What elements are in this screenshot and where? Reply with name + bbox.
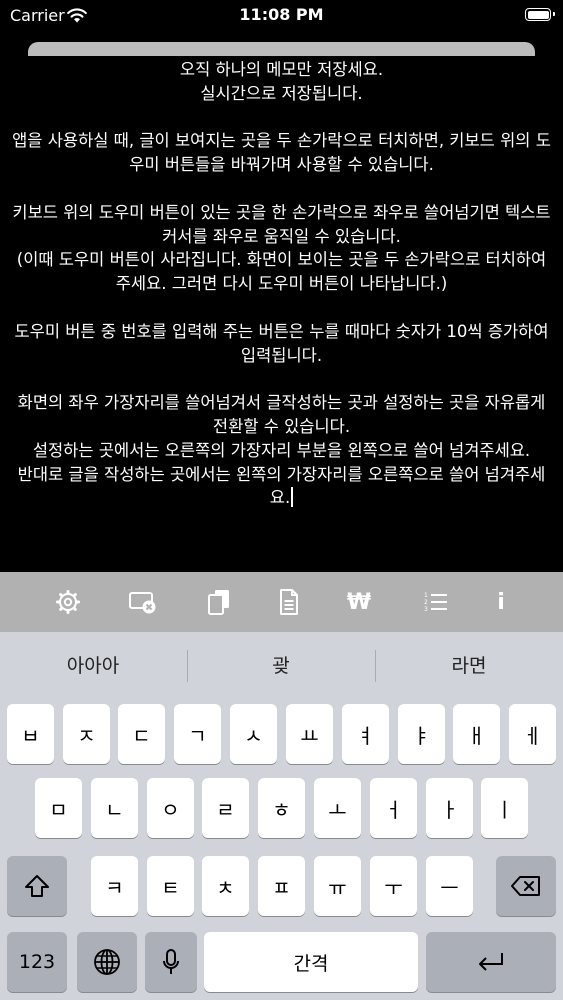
key[interactable]: ㅋ [91, 856, 138, 916]
key[interactable]: ㅓ [370, 778, 417, 838]
svg-text:3: 3 [424, 606, 428, 613]
key[interactable]: ㅛ [286, 704, 333, 764]
numbers-key[interactable]: 123 [7, 932, 67, 992]
copy-icon[interactable] [202, 585, 236, 619]
info-icon[interactable]: i [484, 585, 518, 619]
globe-key[interactable] [77, 932, 137, 992]
key[interactable]: ㄴ [91, 778, 138, 838]
key[interactable]: ㅣ [481, 778, 528, 838]
gear-icon[interactable] [51, 585, 85, 619]
key[interactable]: ㅁ [35, 778, 82, 838]
key[interactable]: ㅎ [258, 778, 305, 838]
battery-icon [525, 8, 555, 21]
backspace-icon [511, 876, 540, 896]
keyboard: 아아아 괒 라면 ㅂ ㅈ ㄷ ㄱ ㅅ ㅛ ㅕ ㅑ ㅐ ㅔ ㅁ ㄴ ㅇ ㄹ ㅎ ㅗ… [0, 632, 563, 1000]
won-icon[interactable]: ₩ [342, 585, 376, 619]
clear-text-icon[interactable] [126, 585, 160, 619]
status-bar: Carrier 11:08 PM [0, 0, 563, 32]
key[interactable]: ㄷ [118, 704, 165, 764]
document-icon[interactable] [272, 585, 306, 619]
svg-text:1: 1 [424, 592, 428, 599]
key[interactable]: ㅐ [453, 704, 500, 764]
key[interactable]: ㅇ [147, 778, 194, 838]
key[interactable]: ㅊ [202, 856, 249, 916]
key[interactable]: ㅑ [398, 704, 445, 764]
space-key[interactable]: 간격 [204, 932, 418, 992]
suggestion-2[interactable]: 괒 [188, 644, 374, 688]
memo-text-area[interactable]: 오직 하나의 메모만 저장세요. 실시간으로 저장됩니다. 앱을 사용하실 때,… [12, 58, 551, 568]
clock: 11:08 PM [239, 5, 324, 24]
key[interactable]: ㅠ [314, 856, 361, 916]
numbered-list-icon[interactable]: 123 [419, 585, 453, 619]
delete-key[interactable] [496, 856, 556, 916]
svg-text:2: 2 [424, 599, 428, 606]
key[interactable]: ㅜ [370, 856, 417, 916]
return-key[interactable] [426, 932, 556, 992]
suggestion-1[interactable]: 아아아 [0, 644, 186, 688]
return-icon [479, 953, 503, 971]
key[interactable]: ㄱ [174, 704, 221, 764]
dictation-key[interactable] [145, 932, 197, 992]
key[interactable]: ㅌ [147, 856, 194, 916]
memo-text: 오직 하나의 메모만 저장세요. 실시간으로 저장됩니다. 앱을 사용하실 때,… [12, 60, 551, 508]
key[interactable]: ㅈ [63, 704, 110, 764]
globe-icon [94, 949, 120, 975]
key[interactable]: ㅅ [230, 704, 277, 764]
helper-toolbar[interactable]: ₩ 123 i [0, 572, 563, 632]
shift-icon [25, 875, 49, 897]
key[interactable]: ㄹ [202, 778, 249, 838]
shift-key[interactable] [7, 856, 67, 916]
key[interactable]: ㅡ [426, 856, 473, 916]
key[interactable]: ㅕ [342, 704, 389, 764]
key[interactable]: ㅗ [314, 778, 361, 838]
key[interactable]: ㅂ [7, 704, 54, 764]
text-cursor [291, 487, 294, 508]
key[interactable]: ㅏ [426, 778, 473, 838]
suggestion-3[interactable]: 라면 [376, 644, 562, 688]
key[interactable]: ㅔ [509, 704, 556, 764]
key[interactable]: ㅍ [258, 856, 305, 916]
sheet-top-edge [28, 42, 535, 56]
microphone-icon [163, 949, 179, 974]
